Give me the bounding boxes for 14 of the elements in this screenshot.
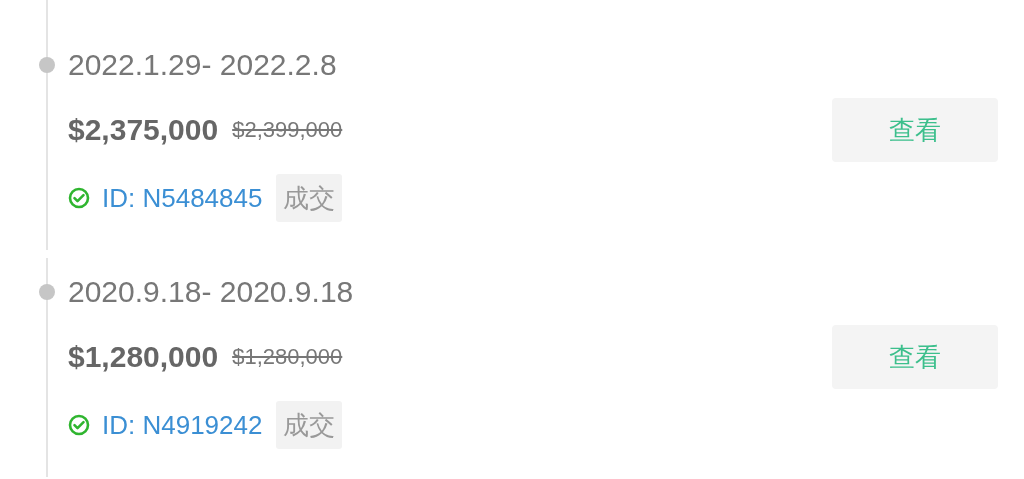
view-button[interactable]: 查看	[832, 98, 998, 162]
sale-price: $1,280,000	[68, 340, 219, 374]
original-price: $1,280,000	[232, 344, 343, 370]
status-badge: 成交	[276, 401, 343, 449]
timeline-dot	[39, 57, 55, 73]
original-price: $2,399,000	[232, 117, 343, 143]
timeline-dot	[39, 284, 55, 300]
view-button[interactable]: 查看	[832, 325, 998, 389]
listing-id: ID: N4919242	[102, 409, 263, 441]
date-range: 2020.9.18- 2020.9.18	[68, 274, 355, 310]
sale-price: $2,375,000	[68, 113, 219, 147]
listing-id: ID: N5484845	[102, 182, 263, 214]
date-range: 2022.1.29- 2022.2.8	[68, 47, 338, 83]
status-badge: 成交	[276, 174, 343, 222]
